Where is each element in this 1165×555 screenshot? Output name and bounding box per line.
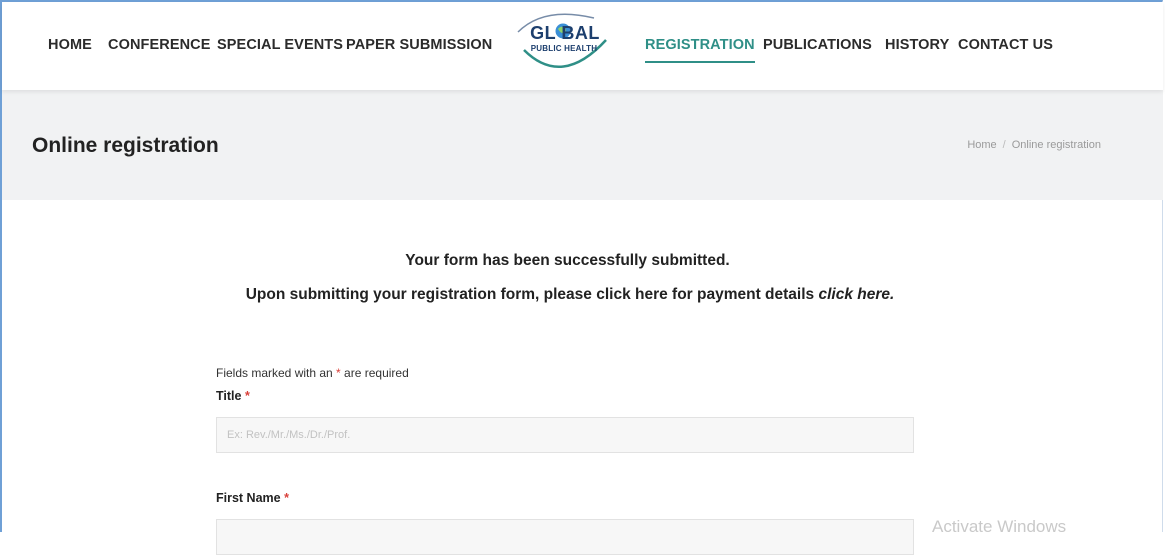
payment-message: Upon submitting your registration form, … xyxy=(230,283,910,306)
first-name-label-text: First Name xyxy=(216,491,281,505)
breadcrumb-current: Online registration xyxy=(1011,139,1101,151)
first-name-input[interactable] xyxy=(216,519,914,555)
nav-special-events[interactable]: SPECIAL EVENTS xyxy=(217,37,343,53)
nav-contact-us[interactable]: CONTACT US xyxy=(958,37,1053,53)
page-title-band: Online registration Home / Online registra… xyxy=(2,90,1163,200)
nav-history[interactable]: HISTORY xyxy=(885,37,949,53)
title-label-text: Title xyxy=(216,389,242,403)
site-logo[interactable]: GL BAL PUBLIC HEALTH xyxy=(514,10,612,74)
breadcrumb-home-link[interactable]: Home xyxy=(967,139,996,151)
nav-paper-submission[interactable]: PAPER SUBMISSION xyxy=(346,37,492,53)
required-fields-note: Fields marked with an * are required xyxy=(216,366,409,380)
first-name-field-label: First Name * xyxy=(216,491,289,505)
breadcrumb-separator: / xyxy=(1002,139,1006,151)
activate-windows-watermark: Activate Windows xyxy=(932,517,1067,536)
site-header: HOME CONFERENCE SPECIAL EVENTS PAPER SUB… xyxy=(2,2,1163,90)
required-note-prefix: Fields marked with an xyxy=(216,366,337,380)
logo-title: GL BAL xyxy=(530,23,600,43)
nav-home[interactable]: HOME xyxy=(48,37,92,53)
nav-publications[interactable]: PUBLICATIONS xyxy=(763,37,872,53)
logo-subtitle: PUBLIC HEALTH xyxy=(530,44,598,53)
active-nav-underline xyxy=(645,61,755,63)
payment-details-link[interactable]: click here. xyxy=(818,286,894,303)
page-title: Online registration xyxy=(32,134,219,157)
title-required-asterisk: * xyxy=(244,389,250,403)
payment-message-text: Upon submitting your registration form, … xyxy=(245,286,819,303)
title-input[interactable] xyxy=(216,417,914,453)
nav-registration[interactable]: REGISTRATION xyxy=(645,37,755,63)
success-message: Your form has been successfully submitte… xyxy=(405,252,730,269)
required-note-suffix: are required xyxy=(340,366,409,380)
first-name-required-asterisk: * xyxy=(284,491,289,505)
nav-conference[interactable]: CONFERENCE xyxy=(108,37,211,53)
breadcrumb: Home / Online registration xyxy=(967,139,1101,151)
title-field-label: Title * xyxy=(216,389,250,403)
nav-registration-label: REGISTRATION xyxy=(645,37,755,53)
